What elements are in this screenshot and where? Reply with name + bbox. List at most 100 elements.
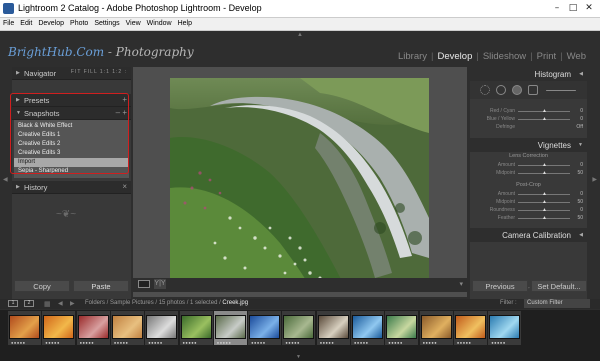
rating-stars[interactable]: ●●●●● — [285, 340, 300, 345]
history-header[interactable]: ▶ History × — [12, 181, 131, 194]
filmstrip-thumbnail[interactable]: ●●●●● — [453, 311, 487, 345]
post-crop-amount-row[interactable]: Amount ▲ 0 — [470, 190, 587, 198]
menu-edit[interactable]: Edit — [17, 18, 35, 30]
post-crop-feather-row[interactable]: Feather ▲ 50 — [470, 214, 587, 222]
paste-button[interactable]: Paste — [73, 280, 129, 292]
snapshots-header[interactable]: ▼ Snapshots – + — [12, 107, 131, 120]
graduated-filter-icon[interactable] — [528, 85, 538, 95]
slider-knob-icon[interactable]: ▲ — [542, 108, 547, 114]
filmstrip-thumbnail[interactable]: ●●●●● — [282, 311, 316, 345]
vignette-amount-row[interactable]: Amount ▲ 0 — [470, 161, 587, 169]
filmstrip-thumbnail[interactable]: ●●●●● — [42, 311, 76, 345]
previous-button[interactable]: Previous — [472, 280, 528, 292]
snapshot-item[interactable]: Black & White Effect — [14, 122, 129, 131]
rating-stars[interactable]: ●●●●● — [491, 340, 506, 345]
slider-knob-icon[interactable]: ▲ — [542, 170, 547, 176]
primary-window-button[interactable]: 1 — [8, 300, 18, 307]
camera-calibration-header[interactable]: Camera Calibration ◀ — [470, 228, 587, 242]
snapshot-add-remove-icon[interactable]: – + — [116, 108, 127, 117]
filmstrip-thumbnail[interactable]: ●●●●● — [385, 311, 419, 345]
module-develop[interactable]: Develop — [434, 51, 477, 62]
rating-stars[interactable]: ●●●●● — [114, 340, 129, 345]
split-toning-row[interactable]: Red / Cyan ▲ 0 — [470, 107, 587, 115]
menu-photo[interactable]: Photo — [67, 18, 91, 30]
rating-stars[interactable]: ●●●●● — [217, 340, 232, 345]
filmstrip-thumbnail[interactable]: ●●●●● — [248, 311, 282, 345]
snapshot-item[interactable]: Creative Edits 1 — [14, 131, 129, 140]
vignettes-header[interactable]: Vignettes ▼ — [470, 138, 587, 152]
loupe-view-icon[interactable] — [138, 280, 150, 288]
right-panel-toggle-icon[interactable]: ▶ — [592, 176, 597, 183]
module-web[interactable]: Web — [563, 51, 590, 62]
spot-removal-icon[interactable] — [496, 85, 506, 95]
minimize-icon[interactable]: – — [550, 2, 564, 15]
slider-knob-icon[interactable]: ▲ — [542, 162, 547, 168]
post-crop-roundness-row[interactable]: Roundness ▲ 0 — [470, 206, 587, 214]
module-slideshow[interactable]: Slideshow — [479, 51, 530, 62]
slider-knob-icon[interactable]: ▲ — [542, 207, 547, 213]
navigator-header[interactable]: ▶ Navigator FIT FILL 1:1 1:2 : — [12, 67, 131, 80]
slider-knob-icon[interactable]: ▲ — [542, 191, 547, 197]
filmstrip-thumbnail[interactable]: ●●●●● — [145, 311, 179, 345]
rating-stars[interactable]: ●●●●● — [251, 340, 266, 345]
rating-stars[interactable]: ●●●●● — [423, 340, 438, 345]
crop-tool-icon[interactable] — [480, 85, 490, 95]
filmstrip-thumbnail[interactable]: ●●●●● — [8, 311, 41, 345]
copy-button[interactable]: Copy — [14, 280, 70, 292]
module-print[interactable]: Print — [533, 51, 561, 62]
rating-stars[interactable]: ●●●●● — [354, 340, 369, 345]
split-toning-row[interactable]: Blue / Yellow ▲ 0 — [470, 115, 587, 123]
clear-history-icon[interactable]: × — [122, 182, 127, 191]
rating-stars[interactable]: ●●●●● — [388, 340, 403, 345]
presets-header[interactable]: ▶ Presets + — [12, 94, 131, 107]
red-eye-icon[interactable] — [512, 85, 522, 95]
rating-stars[interactable]: ●●●●● — [320, 340, 335, 345]
rating-stars[interactable]: ●●●●● — [11, 340, 26, 345]
module-library[interactable]: Library — [394, 51, 431, 62]
before-after-view-icon[interactable]: Y|Y — [154, 279, 166, 289]
defringe-row[interactable]: Defringe Off — [470, 123, 587, 131]
snapshot-item[interactable]: Sepia - Sharpened — [14, 167, 129, 176]
slider-knob-icon[interactable]: ▲ — [542, 199, 547, 205]
rating-stars[interactable]: ●●●●● — [183, 340, 198, 345]
secondary-window-button[interactable]: 2 — [24, 300, 34, 307]
rating-stars[interactable]: ●●●●● — [457, 340, 472, 345]
rating-stars[interactable]: ●●●●● — [80, 340, 95, 345]
image-canvas[interactable] — [133, 67, 467, 297]
snapshot-item-selected[interactable]: Import — [14, 158, 129, 167]
menu-help[interactable]: Help — [175, 18, 195, 30]
filmstrip-thumbnail[interactable]: ●●●●● — [351, 311, 384, 345]
close-icon[interactable]: ✕ — [582, 2, 596, 15]
toolbar-menu-chevron-icon[interactable]: ▾ — [459, 280, 463, 288]
filmstrip-thumbnail[interactable]: ●●●●● — [316, 311, 350, 345]
menu-develop[interactable]: Develop — [35, 18, 67, 30]
filmstrip-thumbnail[interactable]: ●●●●● — [76, 311, 110, 345]
vignette-midpoint-row[interactable]: Midpoint ▲ 50 — [470, 169, 587, 177]
bottom-panel-toggle-icon[interactable]: ▼ — [296, 354, 301, 360]
menu-view[interactable]: View — [123, 18, 144, 30]
menu-window[interactable]: Window — [144, 18, 175, 30]
set-default-button[interactable]: Set Default... — [531, 280, 587, 292]
adjustment-brush-icon[interactable] — [546, 90, 576, 91]
navigator-zoom-options[interactable]: FIT FILL 1:1 1:2 : — [71, 69, 127, 75]
snapshot-item[interactable]: Creative Edits 2 — [14, 140, 129, 149]
menu-settings[interactable]: Settings — [91, 18, 122, 30]
forward-arrow-icon[interactable]: ▶ — [70, 300, 75, 307]
slider-knob-icon[interactable]: ▲ — [542, 116, 547, 122]
menu-file[interactable]: File — [0, 18, 17, 30]
filmstrip-thumbnail[interactable]: ●●●●● — [179, 311, 213, 345]
left-panel-toggle-icon[interactable]: ◀ — [3, 176, 8, 183]
filmstrip-thumbnail[interactable]: ●●●●● — [110, 311, 144, 345]
snapshot-item[interactable]: Creative Edits 3 — [14, 149, 129, 158]
filmstrip-thumbnail-selected[interactable]: ●●●●● — [213, 311, 247, 345]
post-crop-midpoint-row[interactable]: Midpoint ▲ 50 — [470, 198, 587, 206]
maximize-icon[interactable]: □ — [566, 2, 580, 15]
filter-dropdown[interactable]: Custom Filter — [524, 299, 590, 308]
back-arrow-icon[interactable]: ◀ — [58, 300, 63, 307]
grid-icon[interactable]: ▦ — [44, 300, 51, 308]
histogram-header[interactable]: Histogram ◀ — [470, 67, 587, 81]
top-panel-toggle-icon[interactable]: ▲ — [297, 32, 303, 38]
rating-stars[interactable]: ●●●●● — [45, 340, 60, 345]
slider-knob-icon[interactable]: ▲ — [542, 215, 547, 221]
rating-stars[interactable]: ●●●●● — [148, 340, 163, 345]
